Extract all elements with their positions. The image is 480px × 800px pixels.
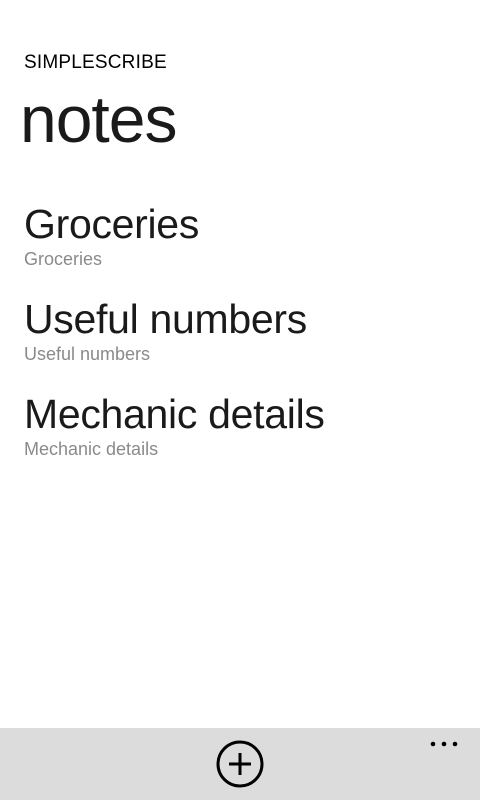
note-preview: Groceries [24,249,103,269]
note-title: Useful numbers [24,296,307,342]
add-note-button[interactable] [216,740,264,788]
page-title: notes [20,82,177,156]
app-title: SIMPLESCRIBE [24,52,167,73]
more-options-button[interactable] [424,730,464,758]
add-circle-icon [216,740,264,788]
ellipsis-icon [430,741,458,747]
note-title: Groceries [24,201,200,247]
note-title: Mechanic details [24,391,325,437]
note-preview: Useful numbers [24,344,151,364]
app-bar [0,728,480,800]
note-item-useful-numbers[interactable]: Useful numbers Useful numbers [24,295,464,390]
note-item-groceries[interactable]: Groceries Groceries [24,200,464,295]
note-preview: Mechanic details [24,439,159,459]
note-item-mechanic-details[interactable]: Mechanic details Mechanic details [24,390,464,485]
notes-list: Groceries Groceries Useful numbers Usefu… [24,200,464,485]
